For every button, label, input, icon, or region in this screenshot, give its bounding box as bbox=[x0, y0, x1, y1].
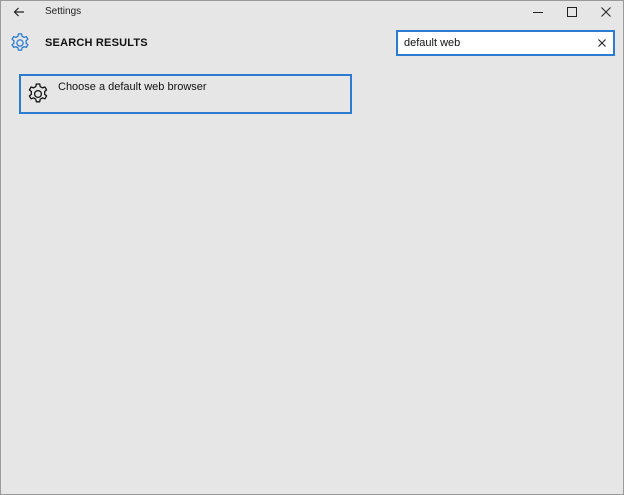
back-button[interactable] bbox=[7, 3, 31, 23]
window-title: Settings bbox=[45, 6, 82, 17]
search-result-item[interactable]: Choose a default web browser bbox=[19, 74, 352, 114]
minimize-icon bbox=[533, 4, 543, 22]
page-title: SEARCH RESULTS bbox=[45, 37, 148, 49]
back-arrow-icon bbox=[13, 4, 25, 22]
gear-icon bbox=[9, 32, 31, 54]
search-result-label: Choose a default web browser bbox=[58, 81, 207, 93]
gear-icon bbox=[26, 82, 50, 106]
minimize-button[interactable] bbox=[521, 1, 555, 25]
title-bar: Settings bbox=[1, 1, 623, 25]
close-icon bbox=[601, 4, 611, 22]
maximize-button[interactable] bbox=[555, 1, 589, 25]
close-button[interactable] bbox=[589, 1, 623, 25]
search-input[interactable] bbox=[404, 35, 584, 51]
search-box[interactable] bbox=[396, 30, 615, 56]
maximize-icon bbox=[567, 4, 577, 22]
clear-icon[interactable] bbox=[595, 35, 609, 51]
settings-window: Settings SEARCH RESULTS default web Choo… bbox=[0, 0, 624, 495]
